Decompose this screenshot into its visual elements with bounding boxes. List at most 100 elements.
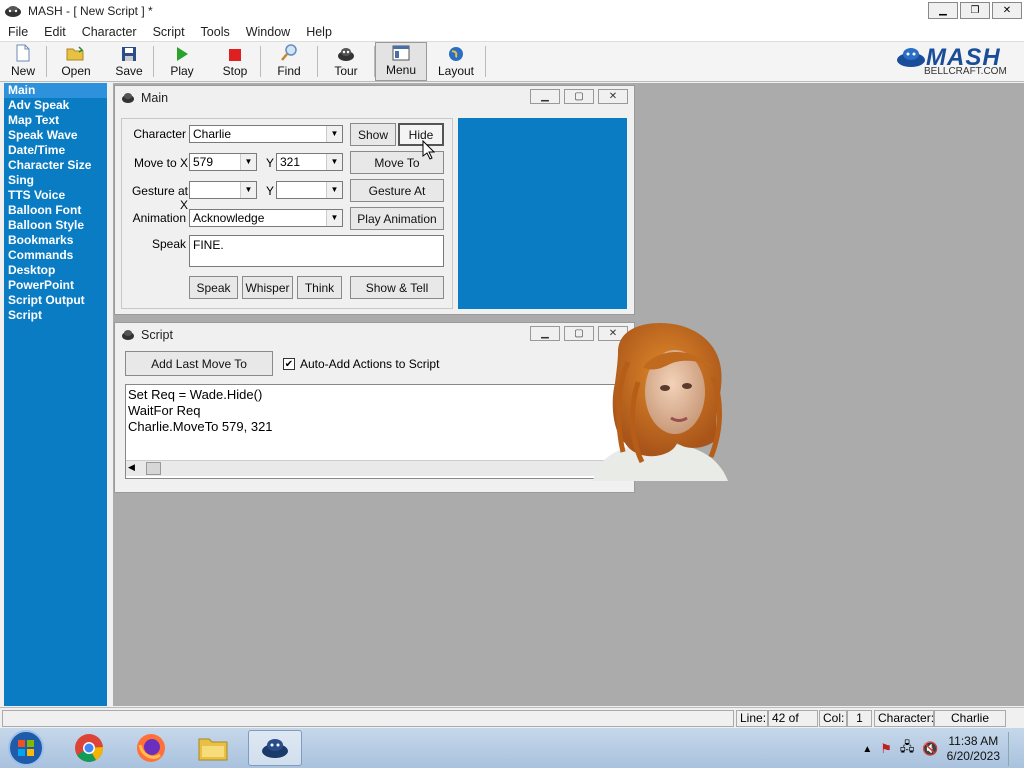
title-bar: MASH - [ New Script ] * ▁ ❐ ✕ <box>0 0 1024 22</box>
layout-button[interactable]: Layout <box>427 42 485 81</box>
sidebar-item-balloon-font[interactable]: Balloon Font <box>4 203 107 218</box>
play-button[interactable]: Play <box>154 42 210 81</box>
menu-toggle-button[interactable]: Menu <box>375 42 427 81</box>
find-magnifier-icon <box>281 44 297 61</box>
sidebar-item-powerpoint[interactable]: PowerPoint <box>4 278 107 293</box>
close-icon: ✕ <box>1002 5 1012 16</box>
show-hidden-icons-icon[interactable]: ▲ <box>862 744 872 755</box>
status-character-value: Charlie <box>934 710 1006 727</box>
taskbar-explorer[interactable] <box>186 730 240 766</box>
close-button[interactable]: ✕ <box>992 2 1022 19</box>
minimize-button[interactable]: ▁ <box>928 2 958 19</box>
status-col-value: 1 <box>847 710 872 727</box>
show-and-tell-button[interactable]: Show & Tell <box>350 276 444 299</box>
gesture-at-x-label: Gesture at X <box>131 184 188 212</box>
play-animation-button[interactable]: Play Animation <box>350 207 444 230</box>
sidebar-item-main[interactable]: Main <box>4 83 107 98</box>
sidebar-item-adv-speak[interactable]: Adv Speak <box>4 98 107 113</box>
main-window-icon <box>122 93 134 103</box>
main-close-button[interactable]: ✕ <box>598 89 628 104</box>
speak-button[interactable]: Speak <box>189 276 238 299</box>
scroll-left-icon[interactable]: ◀ <box>128 462 135 473</box>
open-button[interactable]: Open <box>47 42 105 81</box>
chevron-down-icon: ▼ <box>240 154 256 170</box>
menu-file[interactable]: File <box>0 25 36 39</box>
action-center-flag-icon[interactable]: ⚑ <box>880 741 892 757</box>
gesture-at-button[interactable]: Gesture At <box>350 179 444 202</box>
sidebar-item-speak-wave[interactable]: Speak Wave <box>4 128 107 143</box>
menu-character[interactable]: Character <box>74 25 145 39</box>
taskbar-chrome[interactable] <box>62 730 116 766</box>
taskbar-firefox[interactable] <box>124 730 178 766</box>
maximize-icon: ▢ <box>574 91 584 102</box>
start-button[interactable] <box>0 730 52 766</box>
open-folder-icon <box>66 46 84 61</box>
sidebar-item-script[interactable]: Script <box>4 308 107 323</box>
move-x-select[interactable]: 579 ▼ <box>189 153 257 171</box>
think-button[interactable]: Think <box>297 276 342 299</box>
taskbar-clock[interactable]: 11:38 AM 6/20/2023 <box>947 734 1000 764</box>
checkmark-icon: ✔ <box>284 358 294 370</box>
show-desktop-button[interactable] <box>1008 732 1016 766</box>
script-window-icon <box>122 330 134 340</box>
sidebar-item-tts-voice[interactable]: TTS Voice <box>4 188 107 203</box>
character-select[interactable]: Charlie ▼ <box>189 125 343 143</box>
sidebar-item-sing[interactable]: Sing <box>4 173 107 188</box>
taskbar-mash[interactable] <box>248 730 302 766</box>
add-last-move-to-button[interactable]: Add Last Move To <box>125 351 273 376</box>
new-button[interactable]: New <box>0 42 46 81</box>
status-line-label: Line: <box>736 710 768 727</box>
chevron-down-icon: ▼ <box>240 182 256 198</box>
scroll-thumb[interactable] <box>146 462 161 475</box>
main-window-title: Main <box>141 91 169 105</box>
gesture-x-select[interactable]: ▼ <box>189 181 257 199</box>
script-window-title: Script <box>141 328 173 342</box>
menu-edit[interactable]: Edit <box>36 25 74 39</box>
character-preview-panel <box>458 118 627 309</box>
speak-textarea[interactable]: FINE. <box>189 235 444 267</box>
menu-bar: File Edit Character Script Tools Window … <box>0 22 1024 42</box>
logo-subtext: BELLCRAFT.COM <box>924 66 1007 77</box>
sidebar-item-bookmarks[interactable]: Bookmarks <box>4 233 107 248</box>
sidebar-item-desktop[interactable]: Desktop <box>4 263 107 278</box>
script-horizontal-scrollbar[interactable]: ◀ <box>126 460 629 476</box>
windows-start-icon <box>8 730 44 766</box>
volume-muted-icon[interactable]: 🔇 <box>922 741 938 757</box>
menu-script[interactable]: Script <box>145 25 193 39</box>
main-minimize-button[interactable]: ▁ <box>530 89 560 104</box>
sidebar-item-balloon-style[interactable]: Balloon Style <box>4 218 107 233</box>
logo-character-icon <box>897 48 925 67</box>
script-minimize-button[interactable]: ▁ <box>530 326 560 341</box>
stop-button[interactable]: Stop <box>210 42 260 81</box>
save-button[interactable]: Save <box>105 42 153 81</box>
hide-button[interactable]: Hide <box>398 123 444 146</box>
restore-icon: ❐ <box>970 5 980 16</box>
tour-button[interactable]: Tour <box>318 42 374 81</box>
find-button[interactable]: Find <box>261 42 317 81</box>
tour-character-icon <box>338 48 354 61</box>
animation-select[interactable]: Acknowledge ▼ <box>189 209 343 227</box>
network-icon[interactable]: 🖧 <box>900 738 915 760</box>
character-label: Character <box>133 127 186 141</box>
auto-add-checkbox[interactable]: ✔ <box>283 358 295 370</box>
sidebar-item-date-time[interactable]: Date/Time <box>4 143 107 158</box>
gesture-y-select[interactable]: ▼ <box>276 181 343 199</box>
menu-tools[interactable]: Tools <box>193 25 238 39</box>
sidebar-item-script-output[interactable]: Script Output <box>4 293 107 308</box>
charlie-character-image[interactable] <box>583 322 736 481</box>
sidebar-item-map-text[interactable]: Map Text <box>4 113 107 128</box>
gesture-y-label: Y <box>265 184 274 198</box>
whisper-button[interactable]: Whisper <box>242 276 293 299</box>
status-bar: Line: 42 of 42 Col: 1 Character: Charlie <box>0 707 1024 740</box>
show-button[interactable]: Show <box>350 123 396 146</box>
move-to-x-label: Move to X <box>133 156 188 170</box>
restore-button[interactable]: ❐ <box>960 2 990 19</box>
move-y-select[interactable]: 321 ▼ <box>276 153 343 171</box>
script-line: Set Req = Wade.Hide() <box>128 387 263 402</box>
main-maximize-button[interactable]: ▢ <box>564 89 594 104</box>
auto-add-checkbox-row[interactable]: ✔ Auto-Add Actions to Script <box>283 357 439 371</box>
sidebar-item-character-size[interactable]: Character Size <box>4 158 107 173</box>
sidebar-item-commands[interactable]: Commands <box>4 248 107 263</box>
menu-window[interactable]: Window <box>238 25 298 39</box>
menu-help[interactable]: Help <box>298 25 340 39</box>
